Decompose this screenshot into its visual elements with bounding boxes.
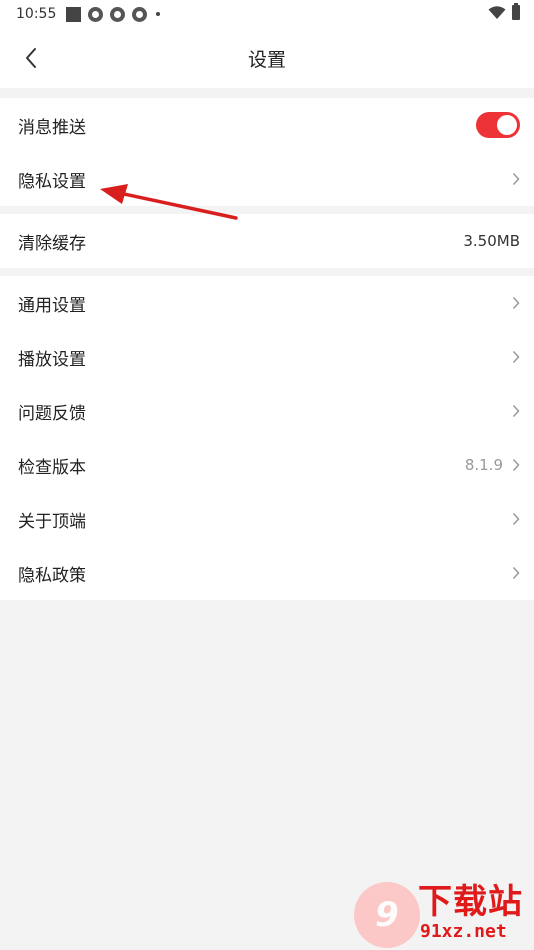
watermark: 9 下载站 91xz.net: [354, 882, 530, 948]
settings-group-cache: 清除缓存 3.50MB: [0, 214, 534, 268]
chevron-right-icon: [512, 566, 520, 580]
chevron-right-icon: [512, 296, 520, 310]
version-value: 8.1.9: [464, 456, 503, 474]
settings-row-general[interactable]: 通用设置: [0, 276, 534, 330]
settings-row-label: 通用设置: [18, 295, 86, 316]
settings-row-label: 关于顶端: [18, 511, 86, 532]
settings-row-feedback[interactable]: 问题反馈: [0, 384, 534, 438]
app-header: 设置: [0, 28, 534, 88]
status-time: 10:55: [16, 6, 57, 22]
notification-icon: [66, 6, 82, 22]
settings-row-privacy-policy[interactable]: 隐私政策: [0, 546, 534, 600]
wifi-icon: [488, 5, 506, 19]
back-button[interactable]: [14, 43, 48, 73]
watermark-badge: 9: [354, 882, 420, 948]
settings-row-label: 消息推送: [18, 117, 86, 138]
settings-row-label: 问题反馈: [18, 403, 86, 424]
status-bar: 10:55: [0, 0, 534, 28]
settings-row-clear-cache[interactable]: 清除缓存 3.50MB: [0, 214, 534, 268]
settings-row-label: 清除缓存: [18, 233, 86, 254]
chevron-left-icon: [26, 48, 36, 68]
annotation-arrow-icon: [100, 184, 238, 220]
settings-group-general: 通用设置 播放设置 问题反馈 检查版本 8.1.9 关于顶端 隐私政策: [0, 276, 534, 600]
cache-size-value: 3.50MB: [463, 232, 520, 250]
chevron-right-icon: [512, 512, 520, 526]
chevron-right-icon: [512, 172, 520, 186]
settings-row-about[interactable]: 关于顶端: [0, 492, 534, 546]
settings-row-label: 检查版本: [18, 457, 86, 478]
settings-row-privacy-settings[interactable]: 隐私设置: [0, 152, 534, 206]
settings-row-playback[interactable]: 播放设置: [0, 330, 534, 384]
watermark-brand: 下载站: [418, 882, 523, 922]
battery-icon: [512, 3, 520, 20]
chevron-right-icon: [512, 458, 520, 472]
settings-row-label: 隐私设置: [18, 171, 86, 192]
more-notifications-icon: [156, 12, 161, 16]
push-toggle[interactable]: [476, 112, 520, 138]
shutter-icon: [110, 6, 126, 22]
toggle-knob: [497, 115, 517, 135]
chevron-right-icon: [512, 404, 520, 418]
shutter-icon: [132, 6, 148, 22]
settings-group-notifications: 消息推送 隐私设置: [0, 98, 534, 206]
chevron-right-icon: [512, 350, 520, 364]
settings-row-label: 播放设置: [18, 349, 86, 370]
settings-row-push: 消息推送: [0, 98, 534, 152]
settings-row-label: 隐私政策: [18, 565, 86, 586]
watermark-url: 91xz.net: [420, 921, 507, 942]
page-title: 设置: [247, 48, 286, 71]
settings-row-check-version[interactable]: 检查版本 8.1.9: [0, 438, 534, 492]
shutter-icon: [88, 6, 104, 22]
